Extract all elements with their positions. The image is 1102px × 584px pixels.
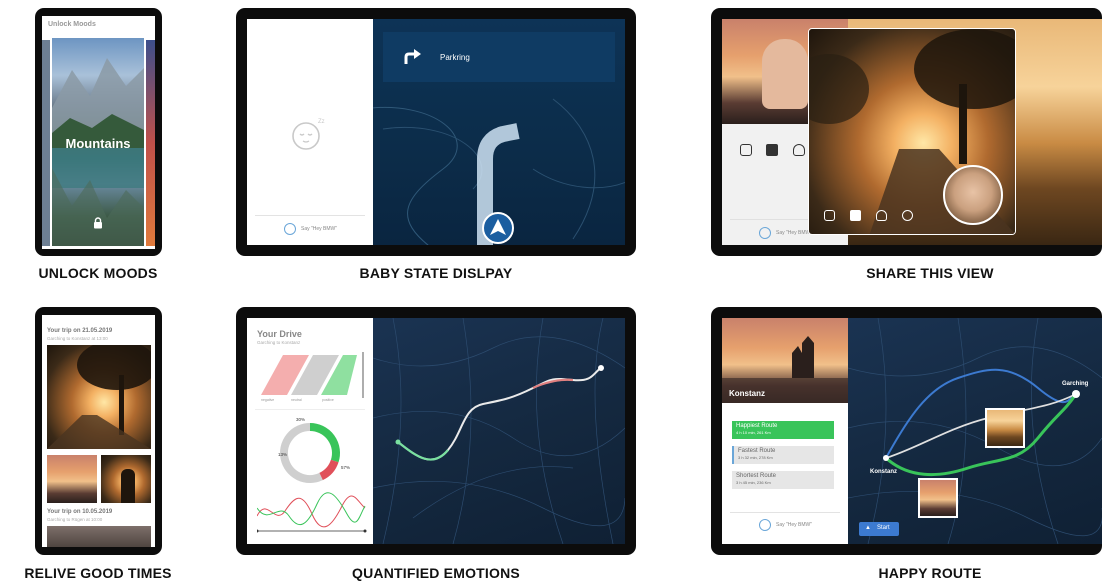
person-silhouette bbox=[762, 39, 808, 109]
microphone-icon[interactable] bbox=[284, 223, 296, 235]
caption-baby-state: BABY STATE DISLPAY bbox=[359, 265, 513, 281]
caption-quantified: QUANTIFIED EMOTIONS bbox=[352, 565, 520, 581]
baby-left-panel: Zz Say "Hey BMW" bbox=[247, 19, 373, 245]
map-roads bbox=[373, 318, 625, 544]
donut-label-negative: 13% bbox=[278, 452, 288, 457]
donut-label-positive: 30% bbox=[296, 417, 306, 422]
instagram-icon[interactable] bbox=[824, 210, 835, 221]
showcase-board: Unlock Moods Mountains UNLOCK MOODS Zz S… bbox=[0, 0, 1102, 584]
relive-screen: Your trip on 21.05.2019 Garching to Kons… bbox=[42, 315, 155, 547]
microphone-icon[interactable] bbox=[759, 519, 771, 531]
happy-map-roads bbox=[848, 318, 1102, 544]
voice-prompt: Say "Hey BMW" bbox=[776, 522, 813, 528]
whatsapp-icon[interactable] bbox=[902, 210, 913, 221]
voice-prompt: Say "Hey BMW" bbox=[301, 226, 338, 232]
voice-prompt: Say "Hey BMW" bbox=[776, 230, 813, 236]
mood-title: Mountains bbox=[65, 136, 131, 151]
bar-label-positive: positive bbox=[322, 398, 334, 402]
route-happiest[interactable]: Happiest Route 4 h 10 min, 261 Km bbox=[732, 421, 834, 439]
svg-text:Zz: Zz bbox=[318, 119, 325, 125]
trip1-subtitle: Garching to Konstanz at 13:00 bbox=[47, 336, 108, 341]
city-name: Konstanz bbox=[729, 389, 765, 398]
happy-route-tablet: Konstanz Happiest Route 4 h 10 min, 261 … bbox=[711, 307, 1102, 555]
donut-slice-2 bbox=[280, 423, 323, 483]
happy-left-panel: Konstanz Happiest Route 4 h 10 min, 261 … bbox=[722, 318, 848, 544]
bar-label-neutral: neutral bbox=[291, 398, 302, 402]
snapchat-icon[interactable] bbox=[876, 210, 887, 221]
direction-banner: Parkring bbox=[383, 32, 615, 82]
friend-avatar bbox=[943, 165, 1003, 225]
share-view-tablet: Say "Hey BMW" bbox=[711, 8, 1102, 256]
trip2-subtitle: Garching to Rügen at 10:00 bbox=[47, 517, 103, 522]
microphone-icon[interactable] bbox=[759, 227, 771, 239]
emotion-donut-chart bbox=[280, 423, 340, 483]
navigation-arrow-icon: ▲ bbox=[865, 525, 871, 531]
donut-slice-0 bbox=[309, 423, 340, 463]
direction-label: Parkring bbox=[440, 53, 470, 62]
emotion-timeline-chart bbox=[257, 492, 367, 533]
baby-sleeping-icon: Zz bbox=[288, 114, 328, 154]
route-detail: 4 h 10 min, 261 Km bbox=[736, 430, 771, 435]
snapchat-icon[interactable] bbox=[793, 144, 805, 156]
baby-nav-panel: Parkring bbox=[373, 19, 625, 245]
quantified-map[interactable] bbox=[373, 318, 625, 544]
tree-silhouette bbox=[47, 345, 151, 449]
baby-state-tablet: Zz Say "Hey BMW" Parkring bbox=[236, 8, 636, 256]
quantified-left-panel: Your Drive Garching to Konstanz negative… bbox=[247, 318, 373, 544]
unlock-moods-screen: Unlock Moods Mountains bbox=[42, 16, 155, 249]
share-popup[interactable] bbox=[808, 28, 1016, 235]
unlock-moods-phone: Unlock Moods Mountains bbox=[35, 8, 162, 256]
lock-icon bbox=[93, 216, 103, 229]
route-name: Fastest Route bbox=[738, 448, 776, 454]
route-name: Happiest Route bbox=[736, 423, 778, 429]
trip2-title: Your trip on 10.05.2019 bbox=[47, 509, 113, 515]
caption-unlock-moods: UNLOCK MOODS bbox=[38, 265, 158, 281]
happy-map[interactable]: Garching Konstanz ▲ Start bbox=[848, 318, 1102, 544]
donut-slice-1 bbox=[319, 459, 339, 481]
donut-label-neutral: 57% bbox=[341, 465, 351, 470]
route-fastest[interactable]: Fastest Route 3 h 32 min, 278 Km bbox=[732, 446, 834, 464]
section-divider bbox=[255, 409, 365, 410]
couple-silhouette bbox=[121, 469, 135, 503]
mood-card-right[interactable] bbox=[146, 40, 155, 246]
route-detail: 3 h 45 min, 236 Km bbox=[736, 480, 771, 485]
map-photo-pin-2[interactable] bbox=[918, 478, 958, 518]
trip1-thumb-1[interactable] bbox=[47, 455, 97, 503]
start-button[interactable]: ▲ Start bbox=[859, 522, 899, 536]
konstanz-photo: Konstanz bbox=[722, 318, 848, 403]
drive-title: Your Drive bbox=[257, 329, 302, 339]
caption-relive: RELIVE GOOD TIMES bbox=[24, 565, 172, 581]
emotion-bars bbox=[261, 352, 364, 398]
navigation-arrow-icon bbox=[482, 212, 514, 244]
map-label-garching: Garching bbox=[1062, 381, 1089, 387]
facebook-icon[interactable] bbox=[766, 144, 778, 156]
trip1-thumb-2[interactable] bbox=[101, 455, 151, 503]
relive-phone: Your trip on 21.05.2019 Garching to Kons… bbox=[35, 307, 162, 555]
instagram-icon[interactable] bbox=[740, 144, 752, 156]
route-name: Shortest Route bbox=[736, 473, 777, 479]
quantified-tablet: Your Drive Garching to Konstanz negative… bbox=[236, 307, 636, 555]
route-shortest[interactable]: Shortest Route 3 h 45 min, 236 Km bbox=[732, 471, 834, 489]
trip1-main-photo[interactable] bbox=[47, 345, 151, 449]
map-photo-pin-1[interactable] bbox=[985, 408, 1025, 448]
mood-card-left[interactable] bbox=[42, 40, 50, 246]
map-label-konstanz: Konstanz bbox=[870, 469, 897, 475]
mood-card-mountains[interactable]: Mountains bbox=[52, 38, 144, 246]
share-road-photo bbox=[809, 29, 1015, 234]
start-label: Start bbox=[877, 525, 890, 531]
bar-label-negative: negative bbox=[261, 398, 275, 402]
drive-subtitle: Garching to Konstanz bbox=[257, 340, 301, 345]
turn-right-icon bbox=[403, 49, 421, 65]
unlock-header: Unlock Moods bbox=[48, 21, 96, 28]
route-detail: 3 h 32 min, 278 Km bbox=[738, 455, 773, 460]
caption-happy-route: HAPPY ROUTE bbox=[878, 565, 982, 581]
caption-share-view: SHARE THIS VIEW bbox=[866, 265, 994, 281]
facebook-icon[interactable] bbox=[850, 210, 861, 221]
happy-divider bbox=[730, 512, 840, 513]
trip2-photo[interactable] bbox=[47, 526, 151, 547]
baby-divider bbox=[255, 215, 365, 216]
trip1-title: Your trip on 21.05.2019 bbox=[47, 328, 113, 334]
